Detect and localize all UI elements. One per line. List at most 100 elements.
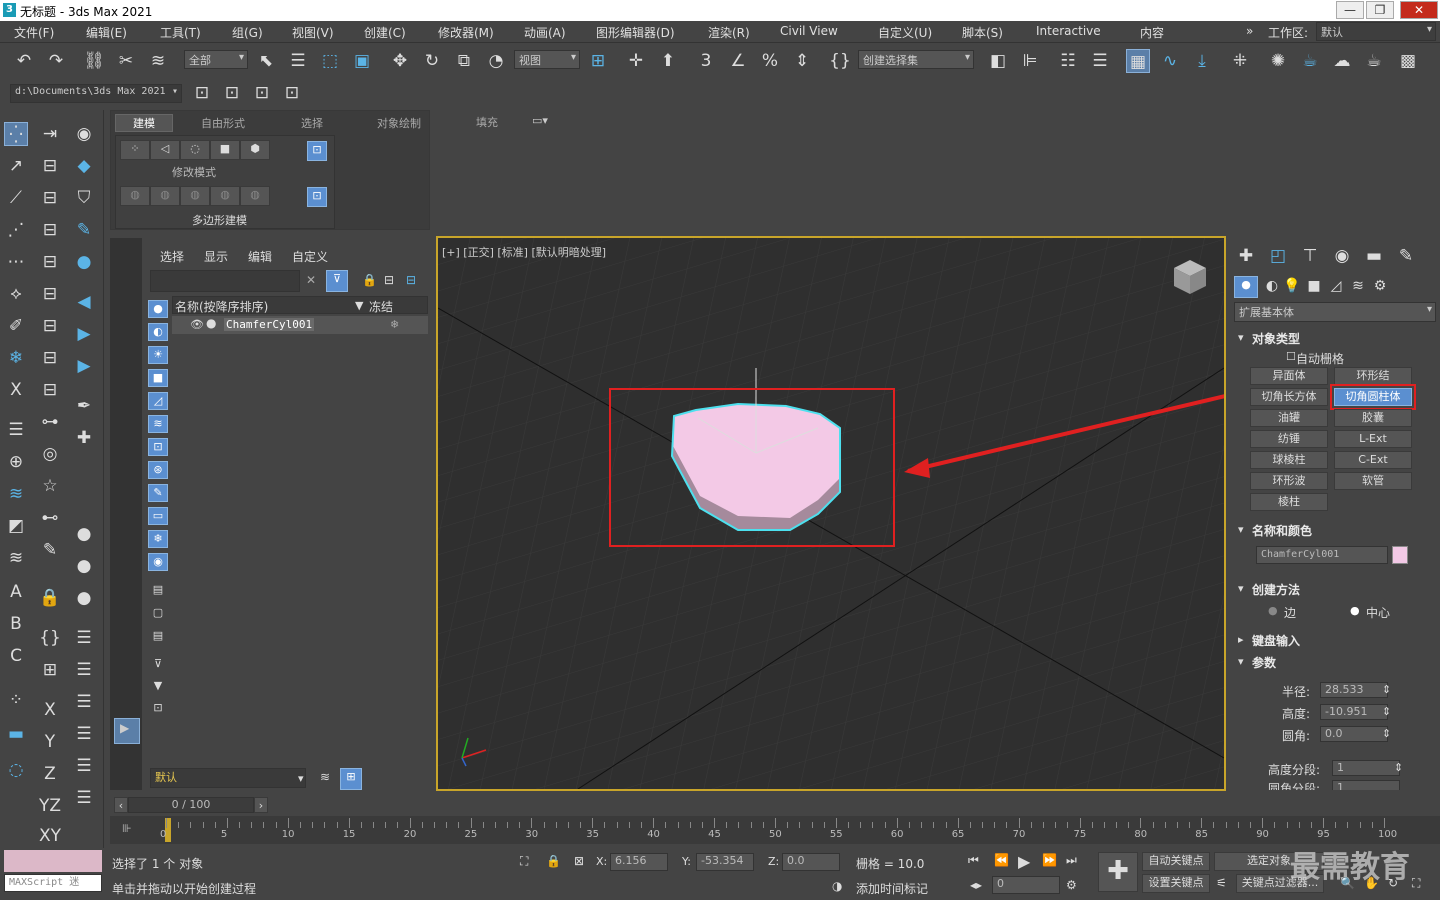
ribbon-tab-selection[interactable]: 选择	[301, 115, 323, 131]
keyboard-input-arrow-icon[interactable]: ▸	[1238, 633, 1244, 646]
text-a-icon[interactable]: A	[4, 580, 28, 604]
filter-xrefs-icon[interactable]: ⊛	[148, 461, 168, 479]
dope-sheet-icon[interactable]: ⤓	[1190, 49, 1214, 73]
add-icon[interactable]: ✚	[72, 426, 96, 450]
ribbon-options-icon[interactable]: ▭▾	[532, 114, 548, 127]
ruler-icon[interactable]: ▬	[4, 722, 28, 746]
sub-op1-button[interactable]: ◍	[120, 186, 150, 206]
autogrid-checkbox[interactable]: ☐	[1286, 350, 1296, 363]
select-tool-icon[interactable]: ⁛	[4, 122, 28, 146]
explorer-tab-select[interactable]: 选择	[160, 248, 184, 265]
xref-icon[interactable]: ⊟	[38, 218, 62, 242]
bind-space-warp-icon[interactable]: ≋	[146, 49, 170, 73]
curve-editor-icon[interactable]: ∿	[1158, 49, 1182, 73]
asset-icon[interactable]: ⊟	[38, 250, 62, 274]
helpers-category-icon[interactable]: ◿	[1324, 274, 1348, 298]
poly-mode-button[interactable]: ■	[210, 140, 240, 160]
absolute-mode-icon[interactable]: ⊠	[574, 854, 584, 868]
keyboard-shortcut-icon[interactable]: ⬆	[656, 49, 680, 73]
freeze-cell-icon[interactable]: ❄	[390, 318, 399, 331]
hierarchy-tab-icon[interactable]: ⊤	[1298, 244, 1322, 268]
maxscript-input[interactable]: MAXScript 迷	[4, 874, 102, 892]
xform-icon[interactable]: X	[4, 378, 28, 402]
torus-knot-button[interactable]: 环形结	[1334, 367, 1412, 385]
merge-icon[interactable]: ⊟	[38, 186, 62, 210]
play-icon[interactable]: ▶	[72, 322, 96, 346]
render-frame-icon[interactable]: ☁	[1330, 49, 1354, 73]
lock-icon[interactable]: 🔒	[38, 586, 62, 610]
lasso-icon[interactable]: ↗	[4, 154, 28, 178]
element-mode-button[interactable]: ⬢	[240, 140, 270, 160]
object-name-cell[interactable]: ChamferCyl001	[224, 318, 315, 331]
snap-toggle-icon[interactable]: 3	[694, 49, 718, 73]
motion-tab-icon[interactable]: ◉	[1330, 244, 1354, 268]
column-name-header[interactable]: 名称(按降序排序)	[175, 298, 268, 315]
chamfer-box-button[interactable]: 切角长方体	[1250, 388, 1328, 406]
prev-key-icon[interactable]: ⏪	[994, 853, 1009, 867]
tape-icon[interactable]: ⋯	[4, 250, 28, 274]
viewport-label[interactable]: [+] [正交] [标准] [默认明暗处理]	[442, 244, 606, 260]
sort-arrow-icon[interactable]: ▼	[355, 299, 363, 312]
prism-button[interactable]: 棱柱	[1250, 493, 1328, 511]
container-icon[interactable]: ⊟	[38, 282, 62, 306]
material-editor-icon[interactable]: ✺	[1266, 49, 1290, 73]
axis-y-icon[interactable]: Y	[38, 730, 62, 754]
filter-box-icon[interactable]: ⊡	[148, 700, 168, 718]
orbit-icon[interactable]: ◎	[38, 442, 62, 466]
select-manipulate-icon[interactable]: ✛	[624, 49, 648, 73]
object-color-swatch[interactable]	[1392, 546, 1408, 564]
filter-helpers-icon[interactable]: ◿	[148, 392, 168, 410]
path-icon[interactable]: ⟡	[4, 282, 28, 306]
key-mode-icon[interactable]: ◂▸	[970, 878, 982, 892]
menu-edit[interactable]: 编辑(E)	[86, 24, 127, 41]
archive-icon[interactable]: ⊡	[250, 81, 274, 105]
grid-a-icon[interactable]: ⁘	[4, 688, 28, 712]
project-settings-icon[interactable]: ⊡	[280, 81, 304, 105]
measure-icon[interactable]: ⋰	[4, 218, 28, 242]
pivot-center-icon[interactable]: ⊞	[586, 49, 610, 73]
isolate-icon[interactable]: ⛶	[520, 854, 528, 869]
select-all-icon[interactable]: ▤	[148, 582, 168, 600]
hedra-button[interactable]: 异面体	[1250, 367, 1328, 385]
sub-op4-button[interactable]: ◍	[210, 186, 240, 206]
fillet-spinner[interactable]: 0.0	[1320, 726, 1388, 742]
explorer-tab-edit[interactable]: 编辑	[248, 248, 272, 265]
project-path-dropdown[interactable]: d:\Documents\3ds Max 2021	[10, 84, 182, 103]
filter-groups-icon[interactable]: ⊡	[148, 438, 168, 456]
shirt-icon[interactable]: ⛉	[72, 186, 96, 210]
radius-spinner[interactable]: 28.533	[1320, 682, 1388, 698]
layers2-icon[interactable]: ≋	[4, 546, 28, 570]
stack-add-icon[interactable]: ⊕	[4, 450, 28, 474]
ribbon-tab-modeling[interactable]: 建模	[115, 114, 173, 132]
stack3-icon[interactable]: ☰	[72, 658, 96, 682]
goto-end-icon[interactable]: ⏭	[1066, 853, 1077, 868]
render-activeshade-icon[interactable]: ▩	[1396, 49, 1420, 73]
filter-toggle-icon[interactable]: ⊽	[148, 656, 168, 674]
spinner-snap-icon[interactable]: ⇕	[790, 49, 814, 73]
sub-op5-button[interactable]: ◍	[240, 186, 270, 206]
oil-tank-button[interactable]: 油罐	[1250, 409, 1328, 427]
time-slider[interactable]: 0 / 100	[128, 797, 254, 813]
menu-more-icon[interactable]: »	[1246, 24, 1253, 38]
time-config-icon[interactable]: ⚙	[1066, 878, 1077, 892]
hierarchy-icon[interactable]: ⊶	[38, 410, 62, 434]
redo-icon[interactable]: ↷	[44, 49, 68, 73]
menu-graph-editors[interactable]: 图形编辑器(D)	[596, 24, 675, 41]
l-ext-button[interactable]: L-Ext	[1334, 430, 1412, 448]
group-icon[interactable]: ⊟	[38, 314, 62, 338]
play-button[interactable]: ▶	[1018, 852, 1030, 871]
creation-method-header[interactable]: 创建方法	[1252, 581, 1300, 598]
menu-group[interactable]: 组(G)	[232, 24, 263, 41]
maximize-viewport-icon[interactable]: ⛶	[1412, 876, 1420, 891]
orbit-view-icon[interactable]: ↻	[1388, 876, 1398, 890]
maximize-button[interactable]: ❐	[1366, 1, 1394, 19]
axis-yz-icon[interactable]: YZ	[38, 794, 62, 818]
menu-rendering[interactable]: 渲染(R)	[708, 24, 750, 41]
stack6-icon[interactable]: ☰	[72, 754, 96, 778]
calc-icon[interactable]: ⊞	[38, 658, 62, 682]
link-icon[interactable]: ⛓	[82, 49, 106, 73]
percent-snap-icon[interactable]: %	[758, 49, 782, 73]
current-frame-field[interactable]: 0	[992, 876, 1060, 894]
paint-icon[interactable]: ✐	[4, 314, 28, 338]
lights-category-icon[interactable]: 💡	[1280, 274, 1304, 298]
